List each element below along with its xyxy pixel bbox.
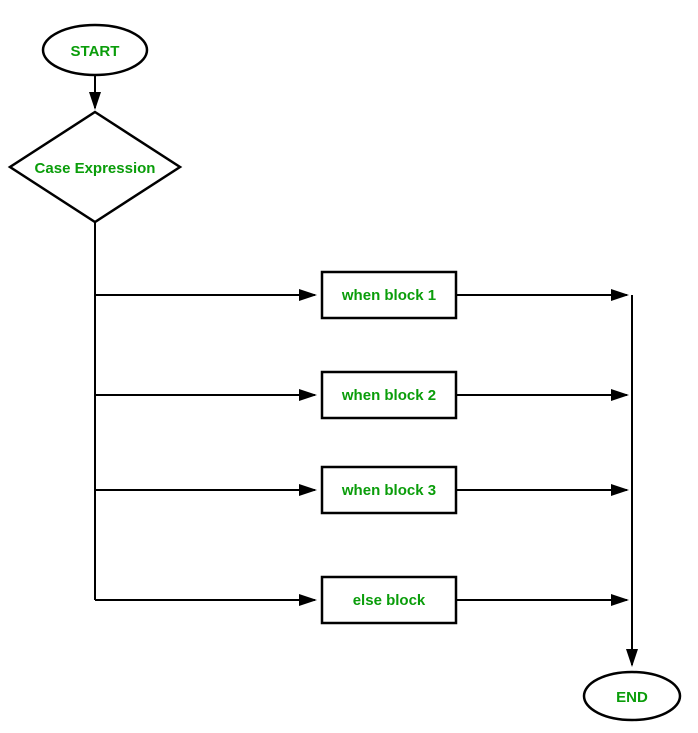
decision-label: Case Expression — [35, 160, 156, 177]
start-label: START — [71, 43, 120, 60]
when-block-3-label: when block 3 — [341, 482, 436, 499]
end-label: END — [616, 689, 648, 706]
when-block-2-label: when block 2 — [341, 387, 436, 404]
when-block-1-label: when block 1 — [341, 287, 436, 304]
else-block-label: else block — [353, 592, 426, 609]
